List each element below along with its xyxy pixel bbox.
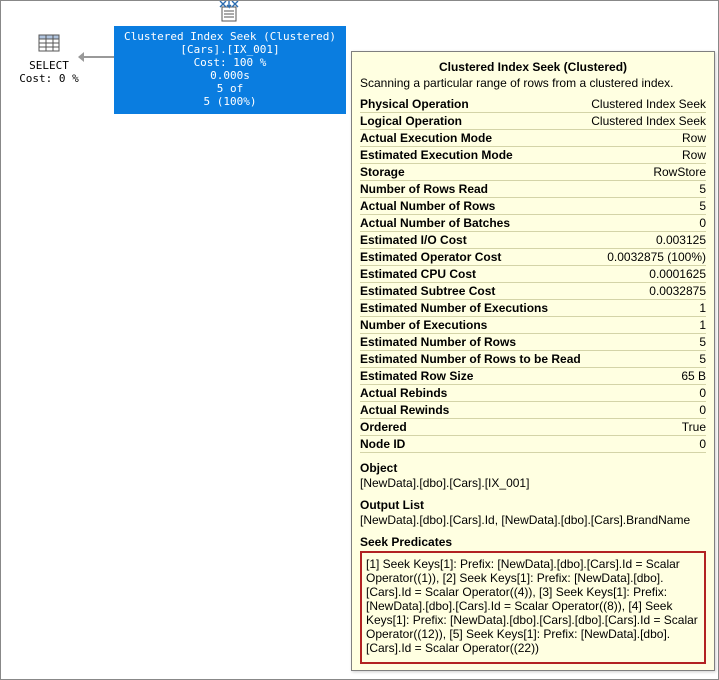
property-row: Number of Rows Read5 (360, 181, 706, 198)
property-key: Estimated Operator Cost (360, 249, 588, 266)
seek-time-line: 0.000s (114, 69, 346, 82)
select-result-icon (37, 31, 61, 55)
property-key: Logical Operation (360, 113, 588, 130)
property-row: OrderedTrue (360, 419, 706, 436)
property-value: Clustered Index Seek (588, 96, 706, 113)
object-value: [NewData].[dbo].[Cars].[IX_001] (360, 476, 706, 490)
plan-connector (79, 56, 114, 58)
property-key: Number of Rows Read (360, 181, 588, 198)
property-key: Physical Operation (360, 96, 588, 113)
select-operator-node[interactable]: SELECT Cost: 0 % (19, 31, 79, 85)
property-key: Actual Rebinds (360, 385, 588, 402)
property-row: Physical OperationClustered Index Seek (360, 96, 706, 113)
seek-rows-of-line: 5 of (114, 82, 346, 95)
output-list-value: [NewData].[dbo].[Cars].Id, [NewData].[db… (360, 513, 706, 527)
tooltip-properties-table: Physical OperationClustered Index SeekLo… (360, 96, 706, 453)
property-key: Estimated Subtree Cost (360, 283, 588, 300)
property-value: Row (588, 147, 706, 164)
property-key: Estimated Number of Rows (360, 334, 588, 351)
property-key: Storage (360, 164, 588, 181)
property-row: Estimated I/O Cost0.003125 (360, 232, 706, 249)
property-value: RowStore (588, 164, 706, 181)
property-row: Logical OperationClustered Index Seek (360, 113, 706, 130)
property-row: Estimated Subtree Cost0.0032875 (360, 283, 706, 300)
clustered-index-seek-node[interactable]: Clustered Index Seek (Clustered) [Cars].… (114, 26, 346, 114)
property-key: Node ID (360, 436, 588, 453)
property-value: 0.0032875 (588, 283, 706, 300)
object-heading: Object (360, 461, 706, 475)
property-key: Estimated Number of Executions (360, 300, 588, 317)
property-row: Estimated Row Size65 B (360, 368, 706, 385)
property-row: Actual Number of Rows5 (360, 198, 706, 215)
seek-predicates-highlight: [1] Seek Keys[1]: Prefix: [NewData].[dbo… (360, 551, 706, 664)
property-value: Row (588, 130, 706, 147)
property-value: 65 B (588, 368, 706, 385)
property-row: Node ID0 (360, 436, 706, 453)
select-cost: Cost: 0 % (19, 72, 79, 85)
property-row: Actual Execution ModeRow (360, 130, 706, 147)
seek-index-line: [Cars].[IX_001] (114, 43, 346, 56)
property-key: Actual Execution Mode (360, 130, 588, 147)
property-key: Ordered (360, 419, 588, 436)
seek-title-line: Clustered Index Seek (Clustered) (114, 30, 346, 43)
property-row: Estimated Number of Rows5 (360, 334, 706, 351)
property-key: Estimated CPU Cost (360, 266, 588, 283)
property-value: True (588, 419, 706, 436)
property-value: 0 (588, 215, 706, 232)
property-key: Actual Number of Rows (360, 198, 588, 215)
property-value: 0.0032875 (100%) (588, 249, 706, 266)
property-value: 1 (588, 300, 706, 317)
property-value: 5 (588, 351, 706, 368)
property-row: Estimated CPU Cost0.0001625 (360, 266, 706, 283)
property-value: 1 (588, 317, 706, 334)
seek-cost-line: Cost: 100 % (114, 56, 346, 69)
seek-predicates-value: [1] Seek Keys[1]: Prefix: [NewData].[dbo… (366, 557, 700, 655)
seek-rows-total-line: 5 (100%) (114, 95, 346, 108)
property-key: Estimated Execution Mode (360, 147, 588, 164)
property-row: Actual Number of Batches0 (360, 215, 706, 232)
property-value: 5 (588, 198, 706, 215)
property-row: StorageRowStore (360, 164, 706, 181)
property-row: Estimated Operator Cost0.0032875 (100%) (360, 249, 706, 266)
property-row: Estimated Execution ModeRow (360, 147, 706, 164)
property-key: Actual Rewinds (360, 402, 588, 419)
select-label: SELECT (19, 59, 79, 72)
property-row: Estimated Number of Executions1 (360, 300, 706, 317)
property-value: 0.003125 (588, 232, 706, 249)
property-row: Estimated Number of Rows to be Read5 (360, 351, 706, 368)
property-value: 5 (588, 181, 706, 198)
property-key: Actual Number of Batches (360, 215, 588, 232)
property-value: 0.0001625 (588, 266, 706, 283)
property-key: Estimated Number of Rows to be Read (360, 351, 588, 368)
property-value: 5 (588, 334, 706, 351)
operator-tooltip: Clustered Index Seek (Clustered) Scannin… (351, 51, 715, 671)
property-key: Estimated Row Size (360, 368, 588, 385)
tooltip-description: Scanning a particular range of rows from… (360, 76, 706, 90)
output-list-heading: Output List (360, 498, 706, 512)
property-key: Number of Executions (360, 317, 588, 334)
property-key: Estimated I/O Cost (360, 232, 588, 249)
property-value: 0 (588, 402, 706, 419)
seek-predicates-heading: Seek Predicates (360, 535, 706, 549)
property-value: Clustered Index Seek (588, 113, 706, 130)
index-seek-icon (216, 1, 242, 25)
tooltip-title: Clustered Index Seek (Clustered) (360, 60, 706, 74)
property-value: 0 (588, 385, 706, 402)
property-row: Actual Rebinds0 (360, 385, 706, 402)
property-row: Number of Executions1 (360, 317, 706, 334)
property-value: 0 (588, 436, 706, 453)
property-row: Actual Rewinds0 (360, 402, 706, 419)
